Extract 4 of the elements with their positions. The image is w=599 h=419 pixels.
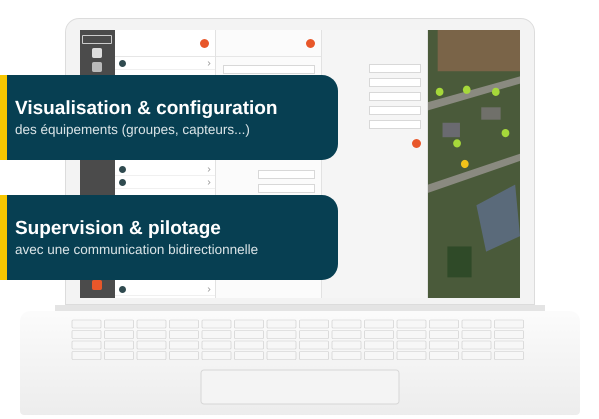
banner-subtitle: des équipements (groupes, capteurs...) xyxy=(15,122,251,137)
banner-subtitle: avec une communication bidirectionnelle xyxy=(15,242,260,257)
banner-title: Visualisation & configuration xyxy=(15,98,279,120)
banner-title: Supervision & pilotage xyxy=(15,218,222,240)
